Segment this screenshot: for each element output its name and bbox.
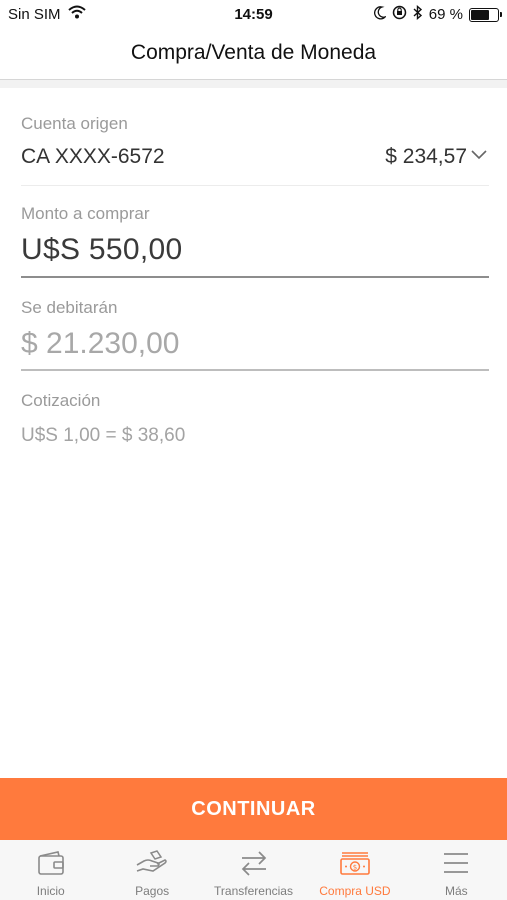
tab-label: Transferencias [214, 884, 293, 898]
battery-percent: 69 % [428, 6, 463, 23]
tab-mas[interactable]: Más [406, 840, 507, 900]
exchange-rate: U$S 1,00 = $ 38,60 [21, 425, 186, 446]
account-balance: $ 234,57 [385, 145, 467, 168]
amount-input[interactable]: U$S 550,00 [21, 233, 489, 267]
svg-text:$: $ [353, 864, 357, 872]
bluetooth-icon [413, 4, 423, 24]
navigation-bar: Compra/Venta de Moneda [0, 30, 507, 80]
chevron-down-icon[interactable] [471, 148, 487, 166]
header-shadow [0, 80, 507, 88]
account-number: CA XXXX-6572 [21, 145, 165, 168]
rate-label: Cotización [21, 391, 101, 410]
transfer-arrows-icon [239, 849, 269, 882]
debit-underline [21, 369, 489, 371]
tab-label: Más [444, 884, 468, 898]
hand-payment-icon [135, 849, 169, 882]
status-bar: Sin SIM 14:59 69 % [0, 0, 507, 30]
continue-button[interactable]: CONTINUAR [0, 778, 507, 840]
tab-transferencias[interactable]: Transferencias [203, 840, 304, 900]
amount-label: Monto a comprar [21, 204, 150, 223]
tab-label: Inicio [36, 884, 65, 898]
tab-bar: Inicio Pagos Transferencias $ Compra USD… [0, 840, 507, 900]
debit-amount: $ 21.230,00 [21, 327, 180, 360]
source-account-label: Cuenta origen [21, 114, 128, 133]
cash-icon: $ [338, 849, 372, 882]
tab-inicio[interactable]: Inicio [0, 840, 101, 900]
battery-icon [469, 7, 502, 22]
menu-icon [441, 849, 471, 882]
tab-compra-usd[interactable]: $ Compra USD [304, 840, 405, 900]
source-account-selector[interactable]: CA XXXX-6572 $ 234,57 [21, 145, 489, 171]
page-title: Compra/Venta de Moneda [130, 41, 377, 64]
moon-icon [373, 5, 387, 24]
rotation-lock-icon [392, 5, 407, 24]
divider [21, 185, 489, 186]
tab-label: Compra USD [319, 884, 391, 898]
amount-underline [21, 276, 489, 278]
wallet-icon [36, 849, 66, 882]
tab-pagos[interactable]: Pagos [101, 840, 202, 900]
tab-label: Pagos [135, 884, 170, 898]
debit-label: Se debitarán [21, 298, 118, 317]
